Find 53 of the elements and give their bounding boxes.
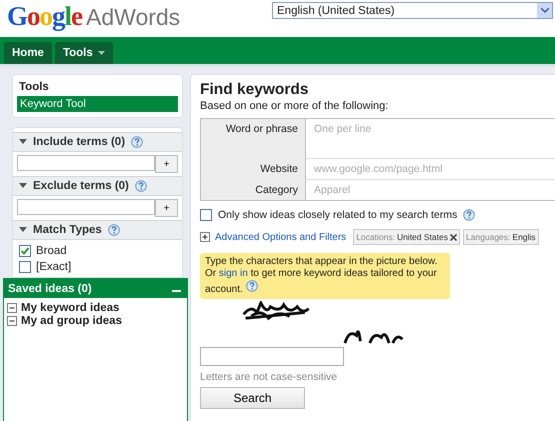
- filter-header[interactable]: Match Types: [13, 220, 182, 240]
- advanced-options-link[interactable]: Advanced Options and Filters: [215, 232, 346, 242]
- minus-box-icon[interactable]: [7, 302, 17, 312]
- page-title: Find keywords: [200, 81, 310, 99]
- option-label: Broad: [36, 245, 67, 257]
- filter-chip[interactable]: Locations: United States: [353, 229, 460, 245]
- filter-chip[interactable]: Languages: Englis: [462, 229, 539, 245]
- help-icon[interactable]: [246, 280, 258, 292]
- filter-header[interactable]: Exclude terms (0): [13, 176, 182, 196]
- saved-ideas-item[interactable]: My keyword ideas: [21, 302, 120, 314]
- logo-brand: Google: [7, 1, 82, 32]
- help-icon[interactable]: [134, 180, 147, 192]
- add-button[interactable]: +: [155, 155, 178, 173]
- saved-ideas-item[interactable]: My ad group ideas: [21, 314, 122, 326]
- nav-tab[interactable]: Home: [4, 42, 52, 64]
- tool-item[interactable]: Keyword Tool: [17, 96, 178, 112]
- saved-ideas-title: Saved ideas (0): [8, 282, 92, 294]
- dropdown-arrow-icon: [98, 51, 105, 55]
- field-label: Website: [200, 159, 306, 180]
- filter-header[interactable]: Include terms (0): [13, 132, 182, 152]
- help-icon[interactable]: [463, 209, 476, 221]
- terms-field[interactable]: [17, 199, 155, 215]
- triangle-icon: [19, 183, 27, 189]
- nav-tab[interactable]: Tools: [54, 42, 113, 64]
- page-subtitle: Based on one or more of the following:: [200, 100, 390, 112]
- help-icon[interactable]: [131, 136, 144, 148]
- plus-box-icon[interactable]: [200, 232, 210, 242]
- keyword-field[interactable]: One per line: [306, 118, 555, 159]
- captcha-notice: Type the characters that appear in the picture below. Or sign in to get more keyword ideas tailored to your account.: [200, 253, 450, 299]
- language-select[interactable]: English (United States): [272, 2, 553, 19]
- sign-in-link[interactable]: sign in: [218, 268, 248, 279]
- filter-title: Match Types: [33, 224, 102, 236]
- triangle-icon: [19, 139, 27, 145]
- checkbox-label: Only show ideas closely related to my search terms: [218, 209, 458, 221]
- logo-product: AdWords: [86, 4, 180, 31]
- minus-box-icon[interactable]: [7, 316, 17, 326]
- tools-heading: Tools: [18, 81, 50, 95]
- captcha-answer-field[interactable]: [200, 347, 344, 366]
- checkbox[interactable]: [19, 245, 31, 257]
- filter-title: Exclude terms (0): [33, 180, 129, 192]
- field-label: Category: [200, 180, 306, 201]
- close-icon[interactable]: [450, 234, 457, 240]
- case-hint: Letters are not case-sensitive: [200, 371, 338, 383]
- search-button[interactable]: Search: [200, 387, 305, 409]
- filter-title: Include terms (0): [33, 136, 126, 148]
- terms-field[interactable]: [17, 155, 155, 171]
- field-label: Word or phrase: [200, 118, 306, 159]
- add-button[interactable]: +: [155, 199, 178, 217]
- option-label: [Exact]: [36, 261, 72, 273]
- help-icon[interactable]: [108, 224, 120, 236]
- triangle-icon: [19, 227, 27, 233]
- checkbox[interactable]: [200, 209, 212, 221]
- checkbox[interactable]: [19, 261, 31, 273]
